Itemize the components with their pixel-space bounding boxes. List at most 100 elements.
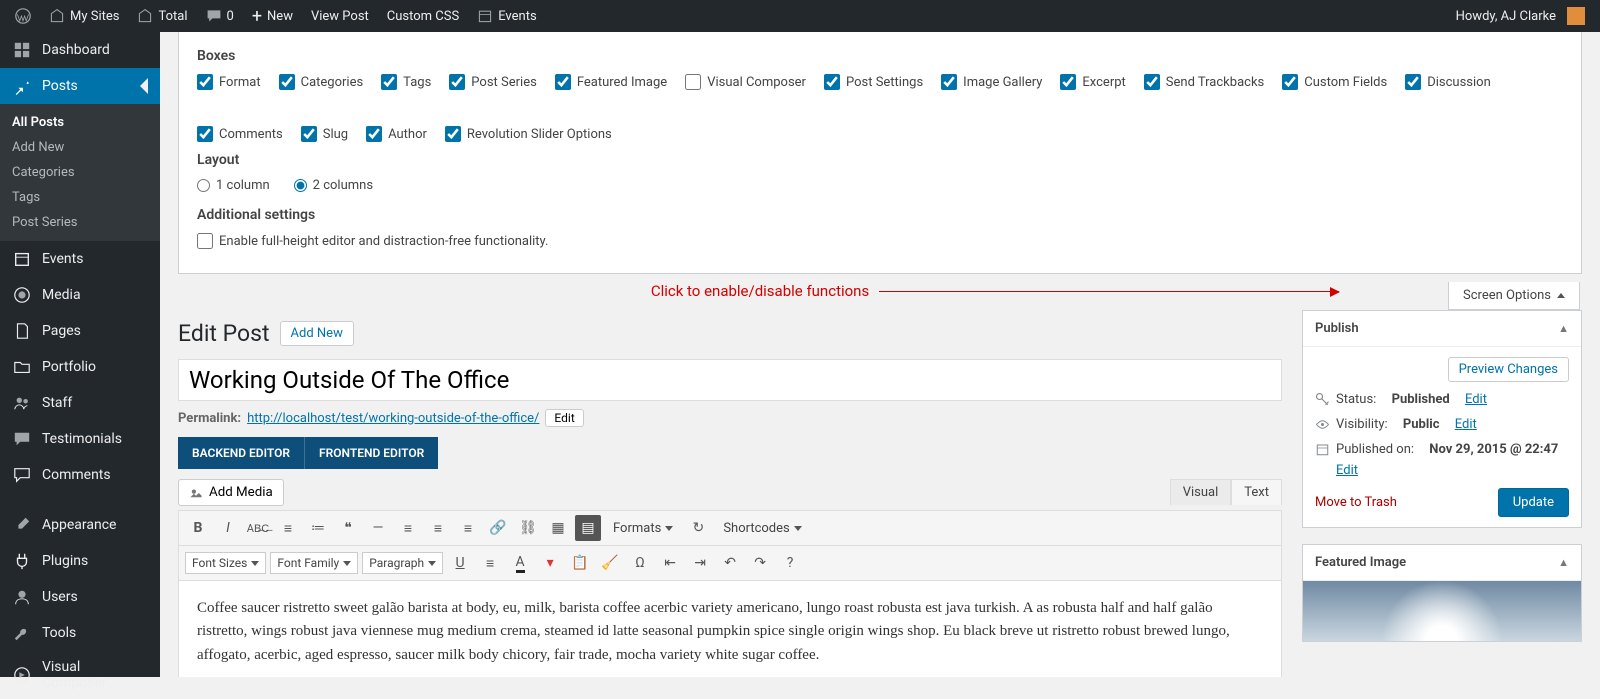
wp-logo[interactable] [6, 0, 40, 32]
visual-tab[interactable]: Visual [1170, 479, 1232, 505]
box-categories-checkbox[interactable]: Categories [279, 74, 364, 90]
frontend-editor-button[interactable]: FRONTEND EDITOR [304, 437, 438, 469]
view-post-link[interactable]: View Post [302, 0, 378, 32]
align-center-icon[interactable]: ≡ [425, 515, 451, 541]
full-height-checkbox[interactable]: Enable full-height editor and distractio… [197, 233, 548, 249]
box-comments-checkbox[interactable]: Comments [197, 126, 283, 142]
clear-format-icon[interactable]: 🧹 [597, 550, 623, 576]
sidebar-sub-tags[interactable]: Tags [0, 185, 160, 210]
status-edit-link[interactable]: Edit [1465, 392, 1487, 407]
sidebar-sub-post-series[interactable]: Post Series [0, 210, 160, 235]
text-tab[interactable]: Text [1231, 479, 1282, 505]
font-sizes-dropdown[interactable]: Font Sizes [185, 552, 266, 574]
publish-box-header[interactable]: Publish▲ [1303, 311, 1581, 347]
sidebar-item-plugins[interactable]: Plugins [0, 543, 160, 579]
strike-icon[interactable]: AB̶C̶ [245, 515, 271, 541]
box-author-checkbox[interactable]: Author [366, 126, 427, 142]
box-excerpt-checkbox[interactable]: Excerpt [1060, 74, 1125, 90]
box-slug-checkbox[interactable]: Slug [301, 126, 348, 142]
box-tags-checkbox[interactable]: Tags [381, 74, 431, 90]
sidebar-item-users[interactable]: Users [0, 579, 160, 615]
text-color-icon[interactable]: A [507, 550, 533, 576]
sidebar-item-tools[interactable]: Tools [0, 615, 160, 651]
backend-editor-button[interactable]: BACKEND EDITOR [178, 437, 304, 469]
box-custom-fields-checkbox[interactable]: Custom Fields [1282, 74, 1387, 90]
box-post-series-checkbox[interactable]: Post Series [449, 74, 537, 90]
sidebar-item-pages[interactable]: Pages [0, 313, 160, 349]
box-send-trackbacks-checkbox[interactable]: Send Trackbacks [1144, 74, 1264, 90]
howdy-account[interactable]: Howdy, AJ Clarke [1447, 0, 1594, 32]
custom-css-link[interactable]: Custom CSS [378, 0, 468, 32]
sidebar-item-appearance[interactable]: Appearance [0, 507, 160, 543]
hr-icon[interactable]: — [365, 515, 391, 541]
site-link[interactable]: Total [128, 0, 196, 32]
align-left-icon[interactable]: ≡ [395, 515, 421, 541]
sidebar-item-events[interactable]: Events [0, 241, 160, 277]
featured-image-header[interactable]: Featured Image▲ [1303, 545, 1581, 581]
add-media-button[interactable]: Add Media [178, 479, 284, 506]
layout-1col-radio[interactable]: 1 column [197, 178, 270, 193]
undo-icon[interactable]: ↶ [717, 550, 743, 576]
align-right-icon[interactable]: ≡ [455, 515, 481, 541]
events-link[interactable]: Events [468, 0, 545, 32]
sidebar-item-media[interactable]: Media [0, 277, 160, 313]
paste-text-icon[interactable]: 📋 [567, 550, 593, 576]
help-icon[interactable]: ? [777, 550, 803, 576]
new-link[interactable]: +New [243, 0, 302, 32]
layout-2col-radio[interactable]: 2 columns [294, 178, 373, 193]
sidebar-item-comments[interactable]: Comments [0, 457, 160, 493]
screen-options-toggle[interactable]: Screen Options [1448, 282, 1580, 310]
shortcodes-dropdown[interactable]: Shortcodes [715, 521, 809, 536]
paragraph-dropdown[interactable]: Paragraph [362, 552, 443, 574]
preview-changes-button[interactable]: Preview Changes [1448, 357, 1569, 382]
box-visual-composer-checkbox[interactable]: Visual Composer [685, 74, 806, 90]
featured-image-preview[interactable] [1303, 581, 1581, 641]
color-swatch-icon[interactable]: ▾ [537, 550, 563, 576]
sidebar-item-staff[interactable]: Staff [0, 385, 160, 421]
ul-icon[interactable]: ≡ [275, 515, 301, 541]
bold-icon[interactable]: B [185, 515, 211, 541]
outdent-icon[interactable]: ⇤ [657, 550, 683, 576]
permalink-url[interactable]: http://localhost/test/working-outside-of… [247, 411, 539, 426]
sidebar-item-portfolio[interactable]: Portfolio [0, 349, 160, 385]
unlink-icon[interactable]: ⛓ [515, 515, 541, 541]
italic-icon[interactable]: I [215, 515, 241, 541]
font-family-dropdown[interactable]: Font Family [270, 552, 358, 574]
sidebar-sub-categories[interactable]: Categories [0, 160, 160, 185]
link-icon[interactable]: 🔗 [485, 515, 511, 541]
justify-icon[interactable]: ≡ [477, 550, 503, 576]
box-image-gallery-checkbox[interactable]: Image Gallery [941, 74, 1042, 90]
quote-icon[interactable]: ❝ [335, 515, 361, 541]
formats-dropdown[interactable]: Formats [605, 521, 681, 536]
sidebar-sub-all-posts[interactable]: All Posts [0, 110, 160, 135]
editor-content[interactable]: Coffee saucer ristretto sweet galão bari… [178, 581, 1282, 677]
move-to-trash-link[interactable]: Move to Trash [1315, 495, 1397, 510]
update-button[interactable]: Update [1498, 488, 1569, 517]
published-edit-link[interactable]: Edit [1336, 463, 1569, 478]
sidebar-item-visual-composer[interactable]: Visual Composer [0, 651, 160, 699]
sidebar-item-dashboard[interactable]: Dashboard [0, 32, 160, 68]
add-new-button[interactable]: Add New [280, 321, 354, 346]
refresh-icon[interactable]: ↻ [685, 515, 711, 541]
sidebar-sub-add-new[interactable]: Add New [0, 135, 160, 160]
sidebar-item-testimonials[interactable]: Testimonials [0, 421, 160, 457]
pin-icon [12, 76, 32, 96]
more-icon[interactable]: ▦ [545, 515, 571, 541]
underline-icon[interactable]: U [447, 550, 473, 576]
comments-link[interactable]: 0 [197, 0, 243, 32]
indent-icon[interactable]: ⇥ [687, 550, 713, 576]
box-revolution-slider-options-checkbox[interactable]: Revolution Slider Options [445, 126, 612, 142]
toolbar-toggle-icon[interactable]: ▤ [575, 515, 601, 541]
box-format-checkbox[interactable]: Format [197, 74, 261, 90]
permalink-edit-button[interactable]: Edit [545, 409, 583, 427]
visibility-edit-link[interactable]: Edit [1455, 417, 1477, 432]
sidebar-item-posts[interactable]: Posts [0, 68, 160, 104]
box-discussion-checkbox[interactable]: Discussion [1405, 74, 1491, 90]
box-post-settings-checkbox[interactable]: Post Settings [824, 74, 923, 90]
redo-icon[interactable]: ↷ [747, 550, 773, 576]
ol-icon[interactable]: ≔ [305, 515, 331, 541]
post-title-input[interactable] [178, 359, 1282, 401]
my-sites-link[interactable]: My Sites [40, 0, 128, 32]
special-char-icon[interactable]: Ω [627, 550, 653, 576]
box-featured-image-checkbox[interactable]: Featured Image [555, 74, 667, 90]
